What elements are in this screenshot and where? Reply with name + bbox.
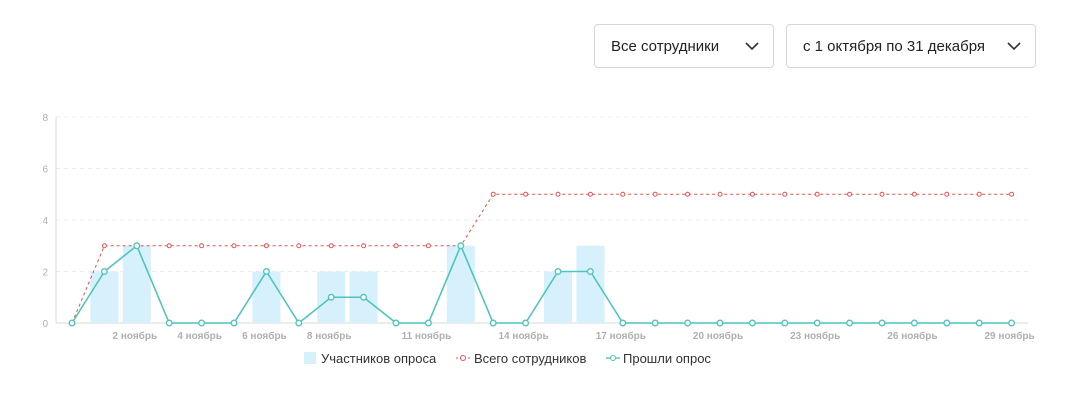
passed-survey-point xyxy=(748,319,756,327)
bar xyxy=(122,245,151,323)
passed-survey-point xyxy=(295,319,303,327)
total-employees-point xyxy=(328,243,334,249)
x-tick-label: 4 ноябрь xyxy=(177,330,222,342)
total-employees-point xyxy=(231,243,237,249)
passed-survey-point xyxy=(910,319,918,327)
passed-survey-point xyxy=(100,268,108,275)
legend-marker-total xyxy=(460,355,466,361)
employees-select-value: Все сотрудники xyxy=(611,37,720,55)
total-employees-point xyxy=(166,243,172,249)
x-tick-label: 8 ноябрь xyxy=(307,330,352,342)
bar xyxy=(446,245,475,323)
x-tick-label: 11 ноябрь xyxy=(402,330,452,342)
passed-survey-point xyxy=(684,319,692,327)
total-employees-point xyxy=(523,191,529,197)
passed-survey-point xyxy=(781,319,789,327)
passed-survey-point xyxy=(392,319,400,327)
total-employees-point xyxy=(620,191,626,197)
legend-label-total: Всего сотрудников xyxy=(474,351,586,366)
survey-chart: 0 2 4 6 8 2 ноябрь 4 ноябрь 6 ноябрь 8 ноябрь 11 … xyxy=(42,113,1035,366)
passed-survey-line xyxy=(71,243,1012,325)
y-tick-label: 6 xyxy=(42,165,48,176)
passed-survey-point xyxy=(586,268,594,275)
passed-survey-point xyxy=(133,242,141,250)
total-employees-point xyxy=(847,191,853,197)
total-employees-point xyxy=(814,191,820,197)
passed-survey-point xyxy=(424,319,432,327)
passed-survey-point xyxy=(360,293,368,301)
x-tick-label: 29 ноябрь xyxy=(985,330,1035,342)
total-employees-point xyxy=(587,191,593,197)
x-tick-label: 20 ноябрь xyxy=(693,330,743,342)
passed-survey-point xyxy=(68,319,76,327)
total-employees-point xyxy=(199,243,205,249)
total-employees-point xyxy=(717,191,723,197)
total-employees-point xyxy=(685,191,691,197)
bar xyxy=(576,245,605,323)
x-tick-label: 23 ноябрь xyxy=(790,330,840,342)
passed-survey-point xyxy=(230,319,238,327)
total-employees-point xyxy=(1009,191,1015,197)
total-employees-point xyxy=(263,243,269,249)
employees-select[interactable]: Все сотрудники xyxy=(594,24,774,68)
passed-survey-point xyxy=(716,319,724,327)
passed-survey-point xyxy=(165,319,173,327)
period-select[interactable]: с 1 октября по 31 декабря xyxy=(786,24,1036,68)
legend-swatch-bars xyxy=(304,352,316,364)
bar xyxy=(252,271,281,323)
passed-survey-point xyxy=(878,319,886,327)
total-employees-point xyxy=(425,243,431,249)
legend-label-passed: Прошли опрос xyxy=(623,351,711,366)
y-tick-label: 2 xyxy=(42,268,48,279)
y-tick-label: 8 xyxy=(42,113,48,124)
passed-survey-point xyxy=(846,319,854,327)
y-tick-label: 4 xyxy=(42,216,48,227)
bar xyxy=(544,271,572,323)
passed-survey-point xyxy=(198,319,206,327)
filters-bar: Все сотрудники с 1 октября по 31 декабря xyxy=(594,24,1036,68)
chevron-down-icon xyxy=(745,42,759,50)
total-employees-line xyxy=(71,193,1012,324)
passed-survey-point xyxy=(943,319,951,327)
total-employees-point xyxy=(944,191,950,197)
passed-survey-point xyxy=(489,319,497,327)
total-employees-point xyxy=(555,191,561,197)
passed-survey-point xyxy=(651,319,659,327)
total-employees-point xyxy=(652,191,658,197)
passed-survey-point xyxy=(1008,319,1016,327)
total-employees-point xyxy=(879,191,885,197)
total-employees-point xyxy=(749,191,755,197)
x-tick-label: 2 ноябрь xyxy=(112,330,157,342)
x-tick-label: 14 ноябрь xyxy=(499,330,549,342)
x-tick-label: 26 ноябрь xyxy=(887,330,937,342)
total-employees-point xyxy=(296,243,302,249)
legend-marker-passed xyxy=(610,355,616,361)
total-employees-point xyxy=(490,191,496,197)
total-employees-point xyxy=(393,243,399,249)
total-employees-point xyxy=(782,191,788,197)
chevron-down-icon xyxy=(1007,42,1021,50)
x-tick-label: 17 ноябрь xyxy=(596,330,646,342)
total-employees-point xyxy=(976,191,982,197)
passed-survey-point xyxy=(554,268,562,275)
passed-survey-point xyxy=(619,319,627,327)
passed-survey-point xyxy=(262,268,270,275)
period-select-value: с 1 октября по 31 декабря xyxy=(803,37,985,55)
bar xyxy=(90,271,119,323)
x-tick-label: 6 ноябрь xyxy=(242,330,287,342)
total-employees-point xyxy=(101,243,107,249)
y-tick-label: 0 xyxy=(42,319,48,330)
total-employees-point xyxy=(361,243,367,249)
total-employees-point xyxy=(911,191,917,197)
passed-survey-point xyxy=(327,293,335,301)
passed-survey-point xyxy=(813,319,821,327)
passed-survey-point xyxy=(457,242,465,250)
legend-label-participants: Участников опроса xyxy=(321,351,437,366)
passed-survey-point xyxy=(975,319,983,327)
passed-survey-point xyxy=(522,319,530,327)
